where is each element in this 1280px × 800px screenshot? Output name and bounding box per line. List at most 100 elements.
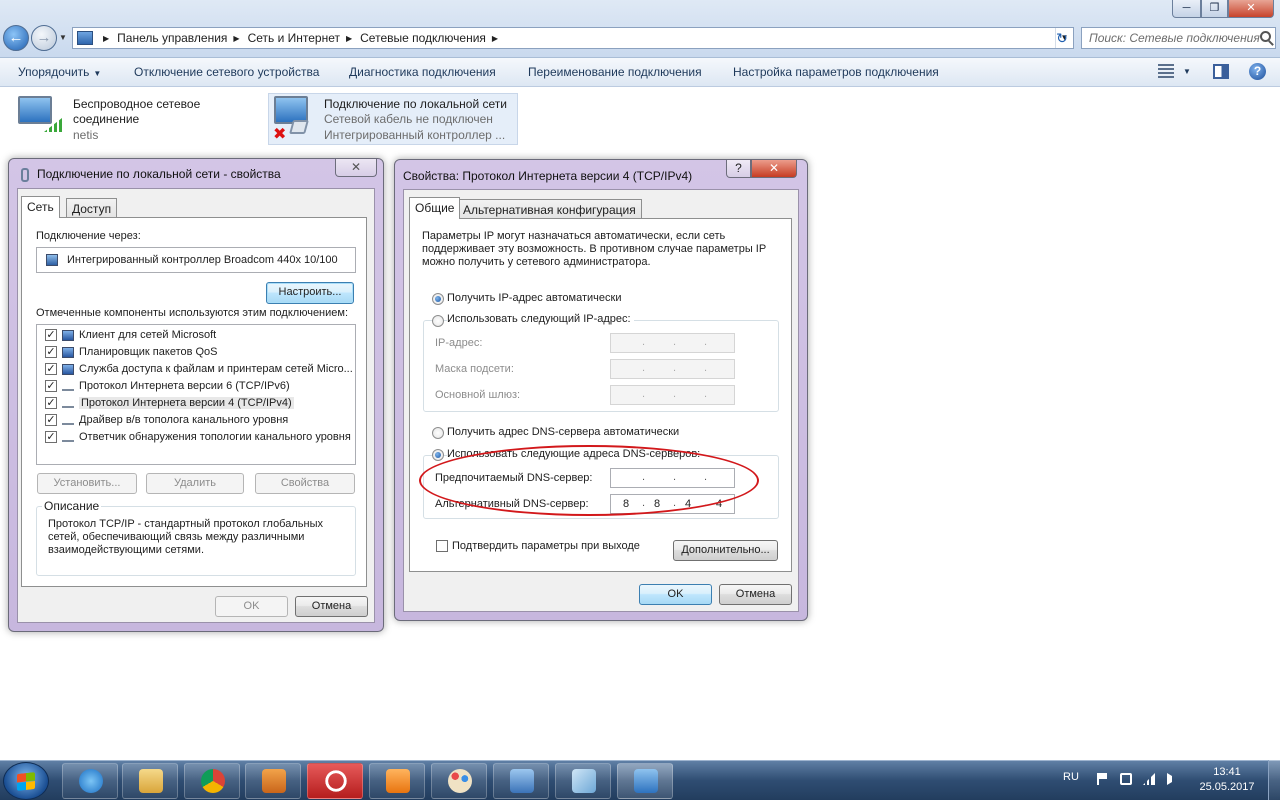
breadcrumb-network-connections[interactable]: Сетевые подключения bbox=[360, 31, 486, 45]
back-arrow-icon[interactable]: ← bbox=[3, 25, 29, 51]
address-bar[interactable]: ▶ Панель управления ▶ Сеть и Интернет ▶ … bbox=[72, 27, 1074, 49]
alternate-dns-label: Альтернативный DNS-сервер: bbox=[435, 498, 589, 510]
gateway-field[interactable]: ... bbox=[610, 385, 735, 405]
components-label: Отмеченные компоненты используются этим … bbox=[36, 307, 349, 319]
auto-ip-label[interactable]: Получить IP-адрес автоматически bbox=[447, 292, 621, 304]
cancel-button[interactable]: Отмена bbox=[719, 584, 792, 605]
control-panel-icon[interactable] bbox=[617, 763, 673, 799]
action-center-flag-icon[interactable] bbox=[1097, 773, 1107, 785]
component-checkbox[interactable]: ✓ bbox=[45, 346, 57, 358]
auto-ip-radio[interactable] bbox=[432, 293, 444, 305]
dialog-title: Подключение по локальной сети - свойства bbox=[37, 167, 281, 181]
component-properties-button[interactable]: Свойства bbox=[255, 473, 355, 494]
component-checkbox[interactable]: ✓ bbox=[45, 414, 57, 426]
adapter-wireless[interactable]: Беспроводное сетевое соединение netis bbox=[18, 94, 248, 146]
preferred-dns-field[interactable]: . . . bbox=[610, 468, 735, 488]
control-panel-icon bbox=[77, 31, 93, 45]
component-label: Клиент для сетей Microsoft bbox=[79, 329, 217, 341]
manual-ip-label[interactable]: Использовать следующий IP-адрес: bbox=[447, 313, 634, 325]
component-checkbox[interactable]: ✓ bbox=[45, 363, 57, 375]
preview-pane-icon[interactable] bbox=[1213, 64, 1229, 79]
search-input[interactable]: Поиск: Сетевые подключения bbox=[1081, 27, 1276, 49]
show-desktop-button[interactable] bbox=[1268, 760, 1280, 800]
language-indicator[interactable]: RU bbox=[1063, 771, 1079, 783]
cancel-button[interactable]: Отмена bbox=[295, 596, 368, 617]
protocol-icon bbox=[62, 436, 74, 442]
breadcrumb-chevron-icon[interactable]: ▶ bbox=[346, 34, 352, 43]
notepad-icon[interactable] bbox=[555, 763, 611, 799]
help-question-icon[interactable]: ? bbox=[726, 160, 751, 178]
refresh-icon[interactable]: ↻ bbox=[1050, 28, 1074, 48]
chrome-icon[interactable] bbox=[184, 763, 240, 799]
tab-alternate-config[interactable]: Альтернативная конфигурация bbox=[457, 199, 642, 219]
volume-icon[interactable] bbox=[1167, 773, 1175, 785]
paint-icon[interactable] bbox=[431, 763, 487, 799]
maximize-button[interactable]: ❐ bbox=[1201, 0, 1228, 18]
organize-menu[interactable]: Упорядочить ▼ bbox=[18, 65, 101, 79]
component-checkbox[interactable]: ✓ bbox=[45, 431, 57, 443]
ip-address-label: IP-адрес: bbox=[435, 337, 483, 349]
breadcrumb-control-panel[interactable]: Панель управления bbox=[117, 31, 227, 45]
breadcrumb-network-internet[interactable]: Сеть и Интернет bbox=[248, 31, 340, 45]
recent-pages-chevron-icon[interactable]: ▼ bbox=[59, 33, 67, 42]
tab-network[interactable]: Сеть bbox=[21, 196, 60, 218]
configure-button[interactable]: Настроить... bbox=[266, 282, 354, 304]
close-icon[interactable]: ✕ bbox=[751, 160, 797, 178]
disable-device-button[interactable]: Отключение сетевого устройства bbox=[134, 65, 319, 79]
connection-settings-button[interactable]: Настройка параметров подключения bbox=[733, 65, 939, 79]
help-icon[interactable]: ? bbox=[1249, 63, 1266, 80]
validate-label[interactable]: Подтвердить параметры при выходе bbox=[452, 540, 640, 552]
start-button[interactable] bbox=[3, 762, 49, 800]
opera-icon[interactable] bbox=[307, 763, 363, 799]
media-player-icon[interactable] bbox=[245, 763, 301, 799]
breadcrumb-chevron-icon[interactable]: ▶ bbox=[233, 34, 239, 43]
auto-dns-radio[interactable] bbox=[432, 427, 444, 439]
diagnose-button[interactable]: Диагностика подключения bbox=[349, 65, 496, 79]
adapter-field: Интегрированный контроллер Broadcom 440x… bbox=[36, 247, 356, 273]
component-checkbox[interactable]: ✓ bbox=[45, 397, 57, 409]
breadcrumb-chevron-icon[interactable]: ▶ bbox=[103, 34, 109, 43]
advanced-button[interactable]: Дополнительно... bbox=[673, 540, 778, 561]
dropdown-arrow-icon: ▼ bbox=[93, 69, 102, 78]
ip-address-field[interactable]: ... bbox=[610, 333, 735, 353]
clock[interactable]: 13:41 25.05.2017 bbox=[1198, 765, 1256, 795]
tab-general[interactable]: Общие bbox=[409, 197, 461, 219]
ok-button[interactable]: OK bbox=[639, 584, 712, 605]
uc-browser-icon[interactable] bbox=[369, 763, 425, 799]
power-icon[interactable] bbox=[1120, 773, 1132, 785]
install-button[interactable]: Установить... bbox=[37, 473, 137, 494]
internet-explorer-icon[interactable] bbox=[62, 763, 118, 799]
change-view-icon[interactable] bbox=[1158, 64, 1174, 79]
rename-button[interactable]: Переименование подключения bbox=[528, 65, 702, 79]
adapter-lan[interactable]: ✖ Подключение по локальной сети Сетевой … bbox=[268, 93, 518, 145]
adapter-status: Сетевой кабель не подключен bbox=[324, 112, 493, 126]
search-icon[interactable] bbox=[1260, 31, 1271, 42]
manual-ip-radio[interactable] bbox=[432, 315, 444, 327]
forward-arrow-icon[interactable]: → bbox=[31, 25, 57, 51]
auto-dns-label[interactable]: Получить адрес DNS-сервера автоматически bbox=[447, 426, 679, 438]
ok-button[interactable]: OK bbox=[215, 596, 288, 617]
adapter-name-text: Интегрированный контроллер Broadcom 440x… bbox=[67, 254, 338, 266]
breadcrumb-chevron-icon[interactable]: ▶ bbox=[492, 34, 498, 43]
component-checkbox[interactable]: ✓ bbox=[45, 329, 57, 341]
close-window-button[interactable]: ✕ bbox=[1228, 0, 1274, 18]
view-dropdown-icon[interactable]: ▼ bbox=[1183, 67, 1191, 76]
manual-dns-label[interactable]: Использовать следующие адреса DNS-сервер… bbox=[447, 448, 704, 460]
cable-icon bbox=[289, 120, 309, 134]
close-icon[interactable]: ✕ bbox=[335, 159, 377, 177]
minimize-button[interactable]: ─ bbox=[1172, 0, 1201, 18]
subnet-mask-field[interactable]: ... bbox=[610, 359, 735, 379]
network-card-icon bbox=[46, 254, 58, 266]
intro-text: Параметры IP могут назначаться автоматич… bbox=[422, 230, 766, 268]
taskbar bbox=[0, 760, 1280, 800]
disconnected-x-icon: ✖ bbox=[273, 126, 287, 143]
manual-dns-radio[interactable] bbox=[432, 449, 444, 461]
remove-button[interactable]: Удалить bbox=[146, 473, 244, 494]
network-monitor-icon[interactable] bbox=[493, 763, 549, 799]
tab-sharing[interactable]: Доступ bbox=[66, 198, 118, 218]
alternate-dns-field[interactable]: 8 . 8 . 4 . 4 bbox=[610, 494, 735, 514]
component-checkbox[interactable]: ✓ bbox=[45, 380, 57, 392]
search-placeholder: Поиск: Сетевые подключения bbox=[1089, 31, 1260, 45]
file-explorer-icon[interactable] bbox=[122, 763, 178, 799]
validate-checkbox[interactable] bbox=[436, 540, 448, 552]
